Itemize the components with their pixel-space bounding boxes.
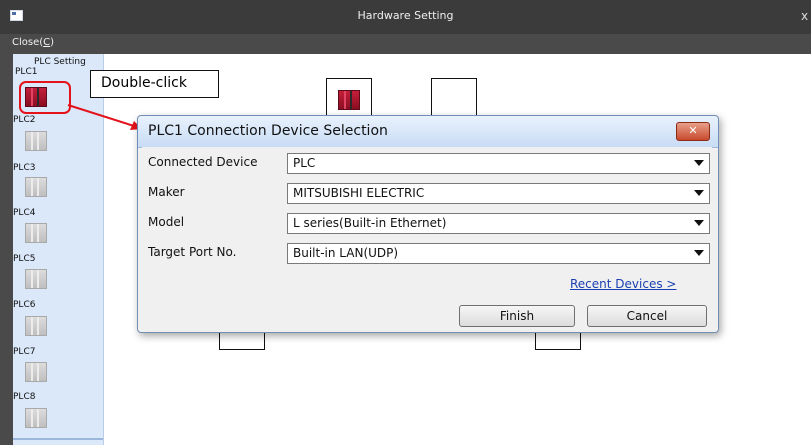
dropdown-arrow-icon [694, 160, 704, 166]
target-port-select[interactable]: Built-in LAN(UDP) [287, 243, 710, 264]
sidebar-item-plc2-label: PLC2 [13, 115, 36, 125]
plc7-icon[interactable] [23, 360, 49, 382]
sidebar-item-plc4-label: PLC4 [13, 208, 36, 218]
sidebar-item-plc3-label: PLC3 [13, 163, 36, 173]
window-titlebar: Hardware Setting x [0, 0, 811, 34]
sidebar-item-plc1-label: PLC1 [15, 67, 38, 77]
window-title: Hardware Setting [357, 9, 454, 22]
menu-close[interactable]: Close(C) [12, 37, 54, 48]
maker-value: MITSUBISHI ELECTRIC [293, 186, 425, 200]
target-port-label: Target Port No. [148, 245, 237, 259]
sidebar-item-plc6-label: PLC6 [13, 300, 36, 310]
recent-devices-link[interactable]: Recent Devices > [570, 277, 676, 291]
plc2-icon[interactable] [23, 129, 49, 151]
target-port-value: Built-in LAN(UDP) [293, 246, 399, 260]
connected-device-label: Connected Device [148, 155, 258, 169]
sidebar-separator [13, 438, 103, 440]
dropdown-arrow-icon [694, 250, 704, 256]
menu-close-label: Close( [12, 37, 44, 48]
connected-device-value: PLC [293, 156, 316, 170]
cancel-button[interactable]: Cancel [587, 305, 707, 327]
connected-device-select[interactable]: PLC [287, 153, 710, 174]
maker-select[interactable]: MITSUBISHI ELECTRIC [287, 183, 710, 204]
maker-label: Maker [148, 185, 185, 199]
menu-bar: Close(C) [0, 34, 811, 54]
device-plc-icon [336, 88, 362, 110]
model-value: L series(Built-in Ethernet) [293, 216, 447, 230]
window-close-button[interactable]: x [801, 9, 808, 23]
dialog-titlebar: PLC1 Connection Device Selection ✕ [138, 116, 718, 148]
plc3-icon[interactable] [23, 175, 49, 197]
dropdown-arrow-icon [694, 220, 704, 226]
plc-connection-dialog: PLC1 Connection Device Selection ✕ Conne… [137, 115, 719, 333]
menu-close-suffix: ) [50, 37, 55, 48]
sidebar-item-plc5-label: PLC5 [13, 254, 36, 264]
dialog-close-button[interactable]: ✕ [676, 122, 710, 141]
plc4-icon[interactable] [23, 221, 49, 243]
device-block-top-right[interactable] [431, 78, 477, 120]
plc6-icon[interactable] [23, 314, 49, 336]
sidebar-item-plc7-label: PLC7 [13, 347, 36, 357]
finish-button[interactable]: Finish [459, 305, 575, 327]
left-frame [0, 54, 13, 445]
model-select[interactable]: L series(Built-in Ethernet) [287, 213, 710, 234]
plc8-icon[interactable] [23, 406, 49, 428]
dropdown-arrow-icon [694, 190, 704, 196]
dialog-body: Connected Device PLC Maker MITSUBISHI EL… [142, 147, 712, 327]
plc5-icon[interactable] [23, 267, 49, 289]
model-label: Model [148, 215, 185, 229]
sidebar-item-plc8-label: PLC8 [13, 392, 36, 402]
sidebar-header: PLC Setting [34, 57, 86, 67]
device-block-top-left[interactable] [326, 78, 372, 120]
dialog-title: PLC1 Connection Device Selection [148, 123, 388, 139]
